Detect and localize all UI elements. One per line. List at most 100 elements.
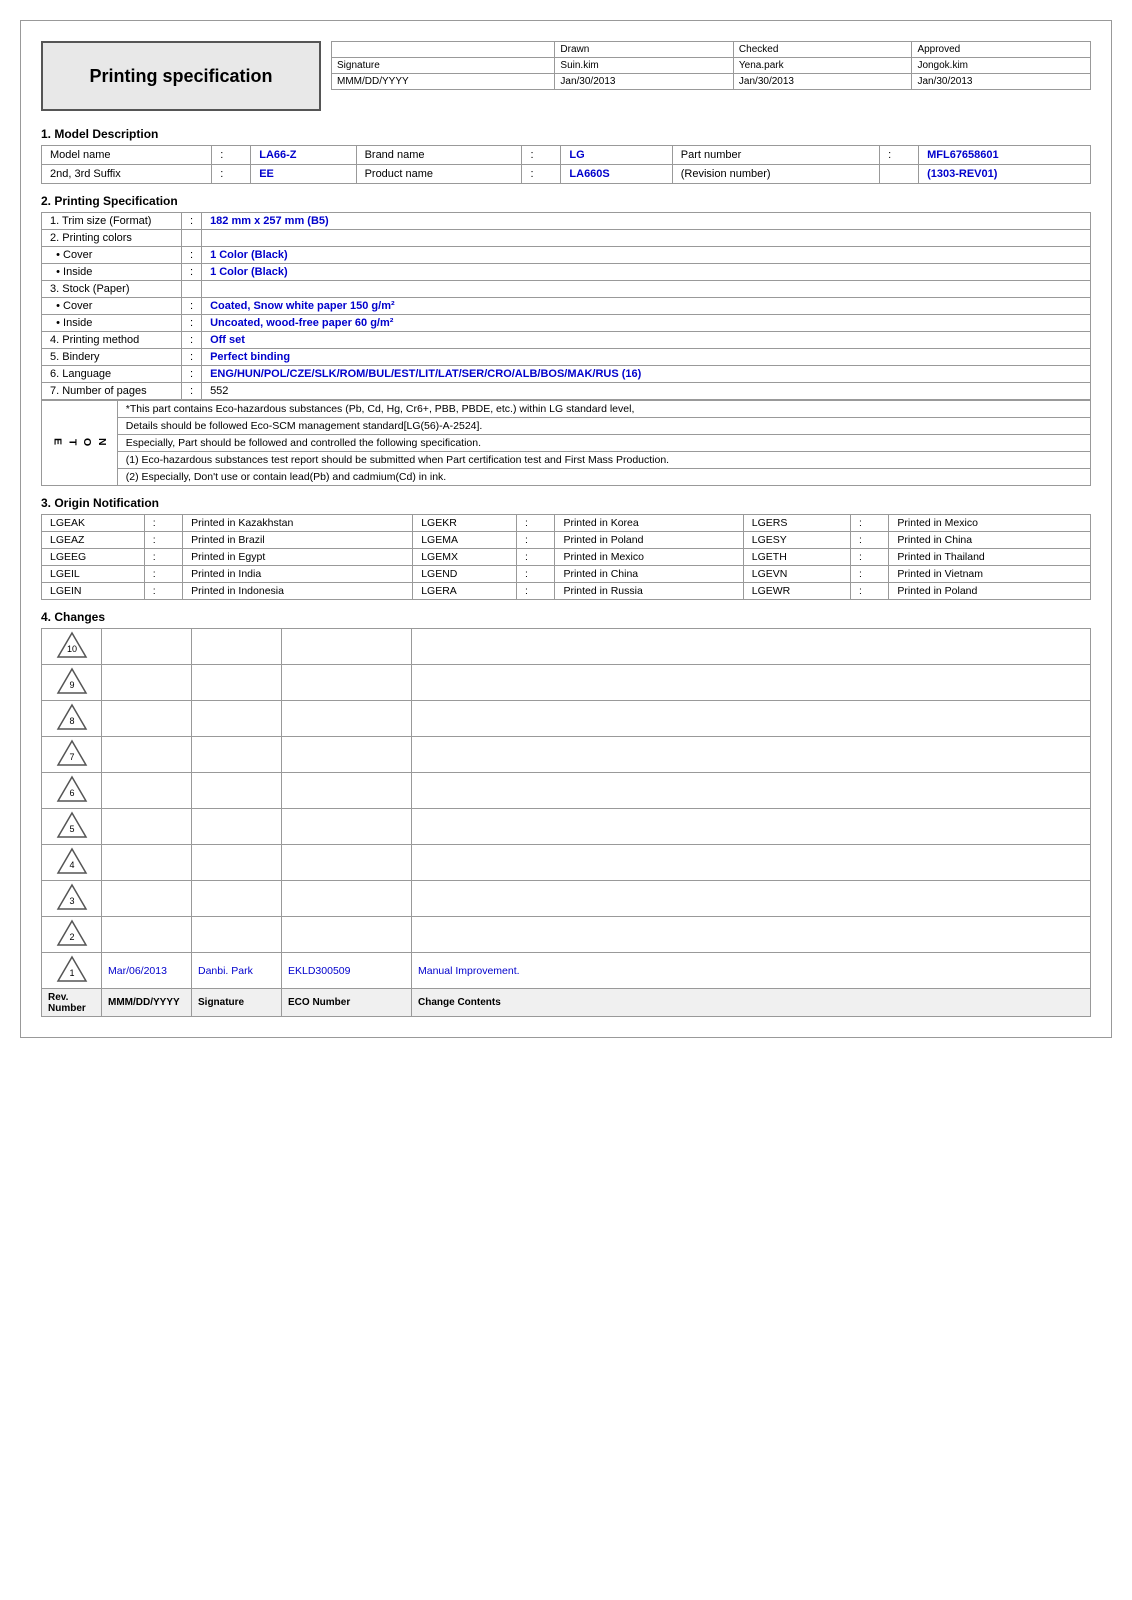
revision-date [102,917,192,953]
revision-signature [192,701,282,737]
spec-label-method: 4. Printing method [42,332,182,349]
origin-lgeeg-colon: : [144,549,182,566]
spec-colon-method: : [182,332,202,349]
spec-row-method: 4. Printing method : Off set [42,332,1091,349]
svg-text:4: 4 [69,860,74,870]
spec-colon-inside-stock: : [182,315,202,332]
origin-lgewr-colon: : [850,583,888,600]
origin-lgeil-text: Printed in India [183,566,413,583]
revision-signature [192,917,282,953]
origin-lgesy-code: LGESY [743,532,850,549]
note-side-letters: NOTE [42,401,118,486]
revision-contents [412,701,1091,737]
model-name-label: Model name [42,146,212,165]
revision-triangle-cell: 5 [42,809,102,845]
revision-triangle-cell: 10 [42,629,102,665]
page: Printing specification Drawn Checked App… [20,20,1112,1038]
spec-colon-inside-color: : [182,264,202,281]
revision-eco [282,881,412,917]
revision-triangle-icon: 2 [56,919,88,947]
revision-date [102,809,192,845]
spec-value-cover-color: 1 Color (Black) [202,247,1091,264]
origin-lgeeg-code: LGEEG [42,549,145,566]
revision-contents [412,809,1091,845]
revision-signature [192,629,282,665]
spec-value-cover-stock: Coated, Snow white paper 150 g/m² [202,298,1091,315]
revision-date [102,701,192,737]
product-name-colon: : [522,165,561,184]
revision-contents [412,629,1091,665]
revision-eco [282,737,412,773]
origin-lgemx-text: Printed in Mexico [555,549,743,566]
revision-contents [412,665,1091,701]
origin-lgers-text: Printed in Mexico [889,515,1091,532]
spec-value-inside-stock: Uncoated, wood-free paper 60 g/m² [202,315,1091,332]
origin-row-5: LGEIN : Printed in Indonesia LGERA : Pri… [42,583,1091,600]
revision-triangle-cell: 1 [42,953,102,989]
revision-eco [282,773,412,809]
product-name-value: LA660S [561,165,672,184]
spec-label-colors: 2. Printing colors [42,230,182,247]
origin-lgema-colon: : [516,532,554,549]
suffix-colon: : [212,165,251,184]
revision-signature [192,737,282,773]
revision-signature [192,845,282,881]
origin-lgeaz-colon: : [144,532,182,549]
footer-contents: Change Contents [412,989,1091,1017]
origin-lgesy-text: Printed in China [889,532,1091,549]
origin-lgema-text: Printed in Poland [555,532,743,549]
svg-text:2: 2 [69,932,74,942]
revision-triangle-icon: 4 [56,847,88,875]
revision-triangle-icon: 3 [56,883,88,911]
changes-row: 2 [42,917,1091,953]
changes-row: 3 [42,881,1091,917]
origin-table: LGEAK : Printed in Kazakhstan LGEKR : Pr… [41,514,1091,600]
revision-label: (Revision number) [672,165,879,184]
origin-lgekr-text: Printed in Korea [555,515,743,532]
revision-triangle-icon: 5 [56,811,88,839]
changes-row: 7 [42,737,1091,773]
revision-eco [282,917,412,953]
spec-row-pages: 7. Number of pages : 552 [42,383,1091,400]
origin-lgein-colon: : [144,583,182,600]
revision-triangle-cell: 4 [42,845,102,881]
title-box: Printing specification [41,41,321,111]
revision-date [102,665,192,701]
spec-row-stock: 3. Stock (Paper) [42,281,1091,298]
origin-lgeak-code: LGEAK [42,515,145,532]
changes-row: 9 [42,665,1091,701]
spec-label-pages: 7. Number of pages [42,383,182,400]
origin-lgeaz-code: LGEAZ [42,532,145,549]
origin-lgeth-text: Printed in Thailand [889,549,1091,566]
spec-row-inside-stock: • Inside : Uncoated, wood-free paper 60 … [42,315,1091,332]
revision-triangle-icon: 6 [56,775,88,803]
header-approved-label: Approved [912,42,1091,58]
footer-date: MMM/DD/YYYY [102,989,192,1017]
spec-value-inside-color: 1 Color (Black) [202,264,1091,281]
revision-triangle-cell: 8 [42,701,102,737]
origin-lgekr-colon: : [516,515,554,532]
checked-date: Jan/30/2013 [733,74,912,90]
revision-contents [412,881,1091,917]
header-approval-table: Drawn Checked Approved Signature Suin.ki… [331,41,1091,90]
changes-footer-row: Rev. NumberMMM/DD/YYYYSignatureECO Numbe… [42,989,1091,1017]
spec-row-cover-stock: • Cover : Coated, Snow white paper 150 g… [42,298,1091,315]
spec-row-colors: 2. Printing colors [42,230,1091,247]
revision-triangle-icon: 7 [56,739,88,767]
spec-row-trim: 1. Trim size (Format) : 182 mm x 257 mm … [42,213,1091,230]
spec-label-cover-color: • Cover [42,247,182,264]
header-empty [332,42,555,58]
model-name-colon: : [212,146,251,165]
revision-date [102,845,192,881]
revision-date [102,881,192,917]
revision-contents: Manual Improvement. [412,953,1091,989]
svg-text:6: 6 [69,788,74,798]
origin-lgers-colon: : [850,515,888,532]
revision-triangle-icon: 8 [56,703,88,731]
brand-name-label: Brand name [356,146,522,165]
origin-row-4: LGEIL : Printed in India LGEND : Printed… [42,566,1091,583]
footer-eco: ECO Number [282,989,412,1017]
date-label: MMM/DD/YYYY [332,74,555,90]
origin-lgevn-colon: : [850,566,888,583]
note-table: NOTE *This part contains Eco-hazardous s… [41,400,1091,486]
